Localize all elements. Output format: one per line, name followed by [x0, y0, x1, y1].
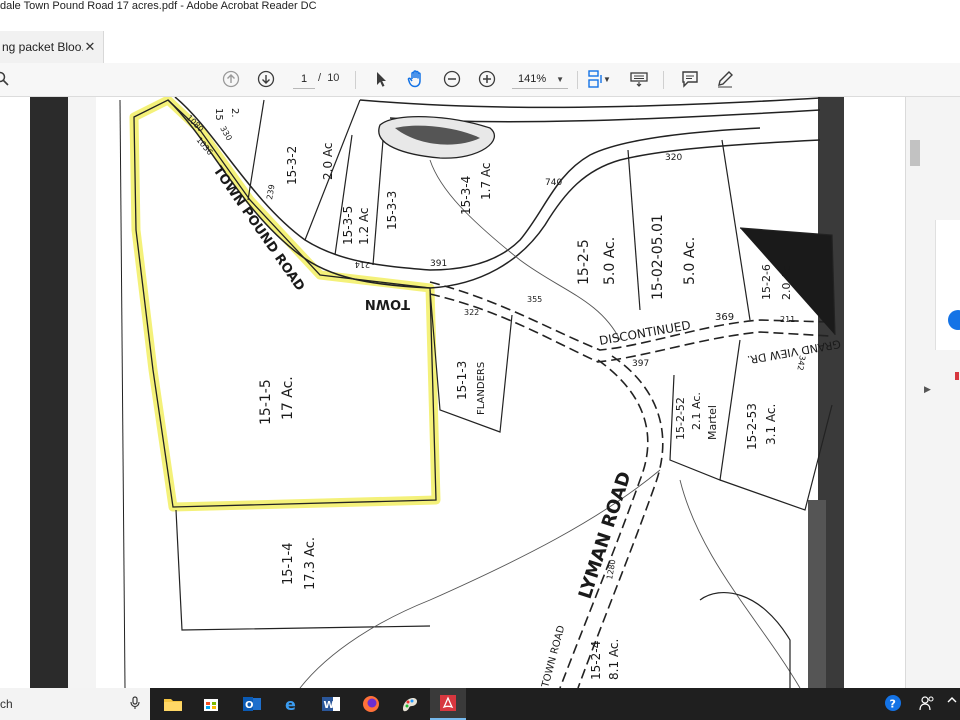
search-icon[interactable] — [0, 67, 14, 91]
page-number-input[interactable] — [293, 70, 315, 89]
microphone-icon[interactable] — [130, 695, 150, 713]
people-icon[interactable] — [918, 694, 936, 715]
page-down-icon[interactable] — [254, 67, 278, 91]
parcel-15-3-2-acres: 2.0 Ac — [321, 143, 335, 181]
map-number: 320 — [665, 153, 682, 163]
document-view[interactable]: TOWN TOWN POUND ROAD LYMAN ROAD DISCONTI… — [0, 97, 905, 688]
zoom-select[interactable]: 141% ▼ — [512, 70, 568, 89]
parcel-15-2-6-acres: 2.0 Ac — [780, 266, 793, 300]
parcel-15-3-4-id: 15-3-4 — [459, 176, 473, 215]
comment-icon[interactable] — [678, 67, 702, 91]
word-icon[interactable]: W — [318, 692, 344, 716]
edge-icon[interactable]: e — [279, 692, 305, 716]
taskbar-search[interactable]: ch — [0, 688, 150, 720]
panel-collapse-icon[interactable]: ▶ — [924, 384, 931, 395]
taskbar-search-text: ch — [0, 697, 13, 711]
chevron-up-icon[interactable] — [946, 694, 958, 709]
tab-bar: ng packet Bloo... ✕ — [0, 31, 960, 64]
right-tools-panel — [905, 97, 960, 688]
parcel-15-2-4-id: 15-2-4 — [589, 641, 603, 680]
svg-text:W: W — [324, 700, 335, 711]
chevron-down-icon: ▼ — [556, 74, 564, 84]
page-separator: / — [318, 72, 322, 84]
page-up-icon[interactable] — [219, 67, 243, 91]
parcel-15-3-2-id: 15-3-2 — [285, 146, 299, 185]
svg-text:O: O — [245, 700, 254, 711]
map-number: 740 — [545, 178, 562, 188]
map-number: 15 — [213, 108, 224, 121]
keyboard-icon[interactable] — [627, 67, 651, 91]
parcel-15-2-52-acres: 2.1 Ac. — [690, 392, 703, 430]
parcel-15-1-5-id: 15-1-5 — [258, 379, 274, 425]
toolbar: / 10 141% ▼ ▼ — [0, 63, 960, 97]
pen-icon[interactable] — [713, 67, 737, 91]
map-number: 369 — [715, 312, 734, 323]
parcel-15-1-5-acres: 17 Ac. — [280, 376, 296, 420]
map-number: 322 — [464, 308, 479, 317]
map-number: 391 — [430, 259, 447, 269]
windows-taskbar: ch O e W ? — [0, 688, 960, 720]
parcel-15-3-5-id: 15-3-5 — [341, 206, 355, 245]
panel-red-icon — [955, 372, 959, 380]
paint-icon[interactable] — [397, 692, 423, 716]
parcel-15-2-5-id: 15-2-5 — [576, 239, 592, 285]
parcel-15-02-05-01-acres: 5.0 Ac. — [682, 237, 698, 285]
vertical-scrollbar[interactable] — [910, 140, 920, 166]
parcel-15-1-4-acres: 17.3 Ac. — [303, 537, 318, 590]
right-panel-card — [935, 220, 960, 350]
toolbar-divider — [355, 71, 356, 89]
tax-map: TOWN TOWN POUND ROAD LYMAN ROAD DISCONTI… — [0, 97, 905, 688]
zoom-value: 141% — [518, 73, 547, 85]
tab-document[interactable]: ng packet Bloo... ✕ — [0, 31, 104, 63]
map-number: 2. — [229, 108, 240, 118]
map-number: 214 — [355, 260, 370, 269]
parcel-15-1-4-id: 15-1-4 — [281, 543, 296, 585]
road-label-town-lower: TOWN — [365, 296, 410, 311]
hand-tool-icon[interactable] — [404, 67, 428, 91]
svg-text:e: e — [285, 695, 296, 714]
map-number: 211 — [780, 315, 795, 324]
outlook-icon[interactable]: O — [239, 692, 265, 716]
select-arrow-icon[interactable] — [369, 67, 393, 91]
page-total-value: 10 — [327, 72, 340, 84]
page-total: / 10 — [318, 72, 339, 84]
tab-close-icon[interactable]: ✕ — [83, 39, 97, 55]
parcel-15-2-6-id: 15-2-6 — [760, 264, 773, 300]
firefox-icon[interactable] — [358, 692, 384, 716]
toolbar-divider — [663, 71, 664, 89]
store-icon[interactable] — [198, 692, 224, 716]
parcel-15-02-05-01-id: 15-02-05.01 — [650, 214, 666, 300]
fit-page-dropdown-icon[interactable]: ▼ — [600, 67, 614, 91]
parcel-15-2-5-acres: 5.0 Ac. — [602, 237, 618, 285]
parcel-15-2-53-id: 15-2-53 — [745, 403, 759, 450]
zoom-out-icon[interactable] — [440, 67, 464, 91]
parcel-15-2-4-acres: 8.1 Ac. — [607, 639, 621, 680]
scan-border-left — [30, 97, 68, 688]
parcel-15-1-3-id: 15-1-3 — [455, 361, 469, 400]
acrobat-icon[interactable] — [430, 688, 466, 720]
window-title: dale Town Pound Road 17 acres.pdf - Adob… — [0, 0, 960, 14]
map-number: 397 — [632, 359, 649, 369]
parcel-15-2-53-acres: 3.1 Ac. — [764, 404, 778, 445]
map-number: 355 — [527, 295, 542, 304]
tab-label: ng packet Bloo... — [2, 40, 83, 54]
help-icon[interactable]: ? — [884, 694, 902, 715]
parcel-15-2-52-owner: Martel — [706, 405, 719, 440]
parcel-15-3-5-acres: 1.2 Ac — [357, 208, 371, 246]
parcel-15-3-4-acres: 1.7 Ac — [479, 163, 493, 201]
svg-text:?: ? — [890, 698, 896, 711]
parcel-15-3-3-id: 15-3-3 — [385, 191, 399, 230]
zoom-in-icon[interactable] — [475, 67, 499, 91]
file-explorer-icon[interactable] — [160, 692, 186, 716]
toolbar-divider — [577, 71, 578, 89]
parcel-15-2-52-id: 15-2-52 — [674, 397, 687, 440]
parcel-15-1-3-owner: FLANDERS — [476, 362, 487, 415]
